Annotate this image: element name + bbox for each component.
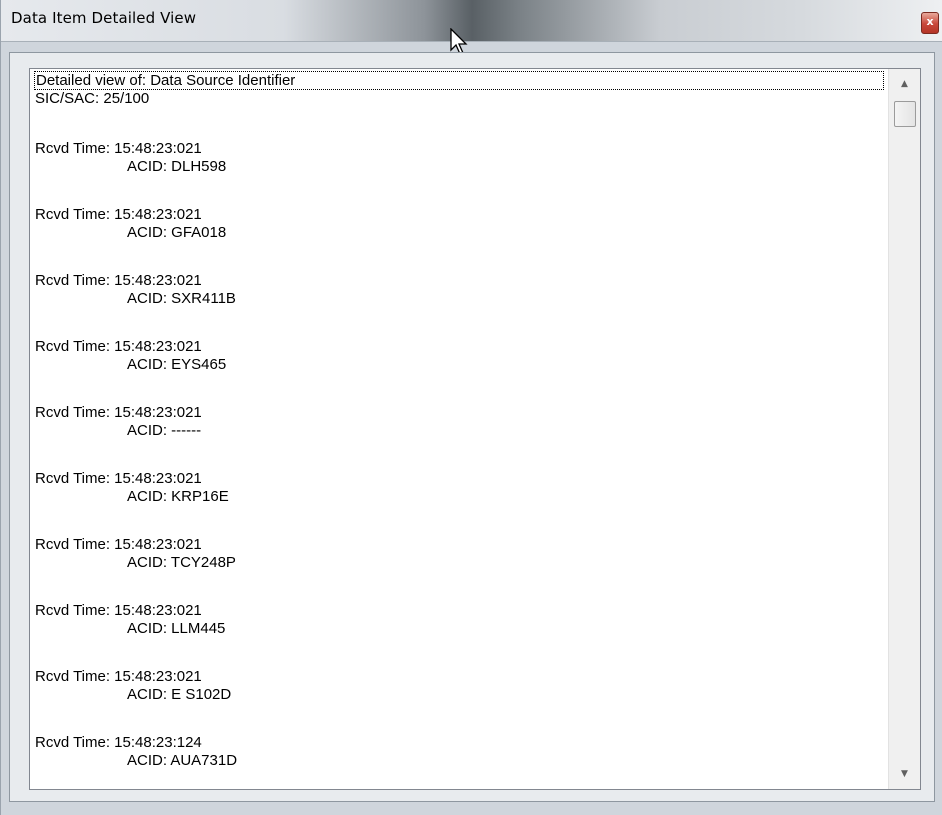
entry-acid[interactable]: ACID: DLH598 <box>127 158 226 176</box>
scroll-up-arrow-icon[interactable]: ▲ <box>889 73 920 95</box>
entry-time[interactable]: Rcvd Time: 15:48:23:021 <box>35 602 202 620</box>
entry-acid[interactable]: ACID: TCY248P <box>127 554 236 572</box>
vertical-scrollbar[interactable]: ▲ ▼ <box>888 69 920 789</box>
detail-window: Data Item Detailed View x Detailed view … <box>0 0 942 815</box>
sic-sac-line[interactable]: SIC/SAC: 25/100 <box>35 90 149 108</box>
scroll-down-arrow-icon[interactable]: ▼ <box>889 763 920 785</box>
entry-time[interactable]: Rcvd Time: 15:48:23:021 <box>35 470 202 488</box>
entry-acid[interactable]: ACID: AUA731D <box>127 752 237 770</box>
close-icon: x <box>926 15 934 28</box>
entry-acid[interactable]: ACID: LLM445 <box>127 620 225 638</box>
entry-time[interactable]: Rcvd Time: 15:48:23:021 <box>35 404 202 422</box>
entry-acid[interactable]: ACID: ------ <box>127 422 201 440</box>
window-title: Data Item Detailed View <box>11 9 197 27</box>
entry-acid[interactable]: ACID: EYS465 <box>127 356 226 374</box>
entry-time[interactable]: Rcvd Time: 15:48:23:021 <box>35 338 202 356</box>
entry-acid[interactable]: ACID: E S102D <box>127 686 231 704</box>
entry-time[interactable]: Rcvd Time: 15:48:23:021 <box>35 668 202 686</box>
detail-header[interactable]: Detailed view of: Data Source Identifier <box>34 71 884 90</box>
entry-time[interactable]: Rcvd Time: 15:48:23:124 <box>35 734 202 752</box>
entry-time[interactable]: Rcvd Time: 15:48:23:021 <box>35 206 202 224</box>
entry-acid[interactable]: ACID: KRP16E <box>127 488 229 506</box>
entry-time[interactable]: Rcvd Time: 15:48:23:021 <box>35 536 202 554</box>
list-content: Detailed view of: Data Source Identifier… <box>30 69 888 789</box>
scroll-thumb[interactable] <box>894 101 916 127</box>
entry-acid[interactable]: ACID: SXR411B <box>127 290 236 308</box>
close-button[interactable]: x <box>921 12 939 34</box>
entry-time[interactable]: Rcvd Time: 15:48:23:021 <box>35 140 202 158</box>
detail-listbox[interactable]: Detailed view of: Data Source Identifier… <box>29 68 921 790</box>
entry-acid[interactable]: ACID: GFA018 <box>127 224 226 242</box>
entry-time[interactable]: Rcvd Time: 15:48:23:021 <box>35 272 202 290</box>
